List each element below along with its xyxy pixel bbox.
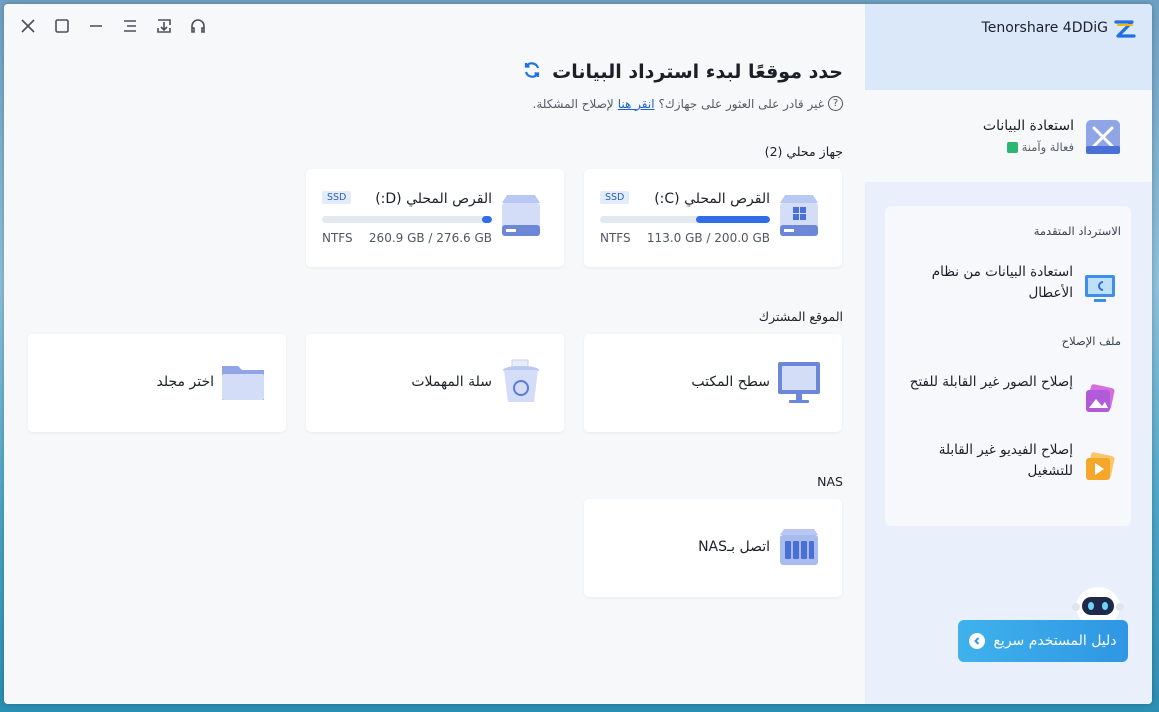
titlebar-controls bbox=[16, 14, 210, 38]
location-select-folder[interactable]: اختر مجلد bbox=[28, 334, 286, 432]
filesystem-label: NTFS bbox=[600, 231, 631, 245]
sidebar-item-photo-repair[interactable]: إصلاح الصور غير القابلة للفتح bbox=[897, 372, 1117, 422]
help-line: ? غير قادر على العثور على جهازك؟ انقر هن… bbox=[533, 96, 843, 111]
recovery-tools-icon bbox=[1086, 120, 1120, 154]
help-prefix: غير قادر على العثور على جهازك؟ bbox=[658, 96, 824, 111]
section-nas: NAS bbox=[817, 474, 843, 489]
location-name: اختر مجلد bbox=[156, 374, 214, 390]
refresh-icon[interactable] bbox=[522, 60, 542, 84]
folder-icon bbox=[222, 366, 264, 400]
drive-card-c[interactable]: القرص المحلي (C:) SSD NTFS 113.0 GB / 20… bbox=[584, 169, 842, 267]
sidebar-item-title: استعادة البيانات bbox=[982, 118, 1074, 134]
subtitle-text: فعالة وآمنة bbox=[1021, 140, 1074, 154]
drive-size: 260.9 GB / 276.6 GB bbox=[368, 231, 492, 245]
advanced-panel: الاسترداد المتقدمة استعادة البيانات من ن… bbox=[885, 206, 1131, 526]
location-nas[interactable]: اتصل بـNAS bbox=[584, 499, 842, 597]
location-name: سطح المكتب bbox=[691, 374, 770, 390]
repair-group-label: ملف الإصلاح bbox=[1061, 334, 1121, 348]
sidebar-item-crash-recovery[interactable]: استعادة البيانات من نظام الأعطال bbox=[897, 262, 1117, 312]
maximize-icon[interactable] bbox=[50, 14, 74, 38]
sidebar-item-video-repair[interactable]: إصلاح الفيديو غير القابلة للتشغيل bbox=[897, 440, 1117, 490]
shield-check-icon bbox=[1006, 141, 1018, 153]
brand-header: Tenorshare 4DDiG bbox=[865, 4, 1152, 90]
windows-drive-icon bbox=[780, 195, 818, 236]
item-label: إصلاح الفيديو غير القابلة للتشغيل bbox=[938, 442, 1073, 479]
minimize-icon[interactable] bbox=[84, 14, 108, 38]
location-recycle-bin[interactable]: سلة المهملات bbox=[306, 334, 564, 432]
ssd-badge: SSD bbox=[322, 191, 352, 204]
usage-bar-fill bbox=[696, 216, 770, 223]
guide-label: دليل المستخدم سريع bbox=[993, 633, 1117, 649]
help-suffix: لإصلاح المشكلة. bbox=[532, 96, 614, 111]
sidebar-item-data-recovery[interactable]: استعادة البيانات فعالة وآمنة bbox=[865, 90, 1152, 182]
filesystem-label: NTFS bbox=[322, 231, 353, 245]
recycle-bin-icon bbox=[503, 359, 539, 402]
photo-repair-icon bbox=[1086, 384, 1115, 412]
drive-name: القرص المحلي (C:) bbox=[654, 191, 770, 207]
app-title: Tenorshare 4DDiG bbox=[981, 20, 1108, 36]
help-link[interactable]: انقر هنا bbox=[618, 97, 655, 111]
location-name: اتصل بـNAS bbox=[698, 539, 770, 555]
drive-name: القرص المحلي (D:) bbox=[375, 191, 492, 207]
crashed-system-icon bbox=[1085, 275, 1115, 302]
menu-icon[interactable] bbox=[118, 14, 142, 38]
drive-size: 113.0 GB / 200.0 GB bbox=[646, 231, 770, 245]
page-title: حدد موقعًا لبدء استرداد البيانات bbox=[552, 61, 843, 83]
main-panel: حدد موقعًا لبدء استرداد البيانات ? غير ق… bbox=[4, 4, 865, 704]
sidebar-item-subtitle: فعالة وآمنة bbox=[1006, 140, 1074, 154]
item-label: استعادة البيانات من نظام الأعطال bbox=[931, 264, 1073, 301]
headset-icon[interactable] bbox=[186, 14, 210, 38]
section-local-devices: جهاز محلي (2) bbox=[764, 144, 843, 159]
usage-bar bbox=[322, 216, 492, 223]
app-logo-icon bbox=[1114, 20, 1136, 38]
item-label: إصلاح الصور غير القابلة للفتح bbox=[909, 374, 1073, 390]
location-name: سلة المهملات bbox=[411, 374, 492, 390]
download-icon[interactable] bbox=[152, 14, 176, 38]
nas-icon bbox=[780, 529, 818, 565]
usage-bar-fill bbox=[482, 216, 492, 223]
ssd-badge: SSD bbox=[600, 191, 630, 204]
app-window: حدد موقعًا لبدء استرداد البيانات ? غير ق… bbox=[4, 4, 1152, 704]
quick-guide-button[interactable]: دليل المستخدم سريع bbox=[958, 620, 1128, 662]
drive-card-d[interactable]: القرص المحلي (D:) SSD NTFS 260.9 GB / 27… bbox=[306, 169, 564, 267]
page-heading: حدد موقعًا لبدء استرداد البيانات bbox=[522, 60, 843, 84]
close-icon[interactable] bbox=[16, 14, 40, 38]
drive-icon bbox=[502, 195, 540, 236]
desktop-icon bbox=[778, 362, 820, 403]
usage-bar bbox=[600, 216, 770, 223]
arrow-left-icon bbox=[969, 633, 986, 649]
advanced-group-label: الاسترداد المتقدمة bbox=[1033, 224, 1121, 238]
section-common-locations: الموقع المشترك bbox=[758, 309, 843, 324]
question-icon: ? bbox=[828, 96, 843, 111]
video-repair-icon bbox=[1086, 452, 1115, 480]
location-desktop[interactable]: سطح المكتب bbox=[584, 334, 842, 432]
